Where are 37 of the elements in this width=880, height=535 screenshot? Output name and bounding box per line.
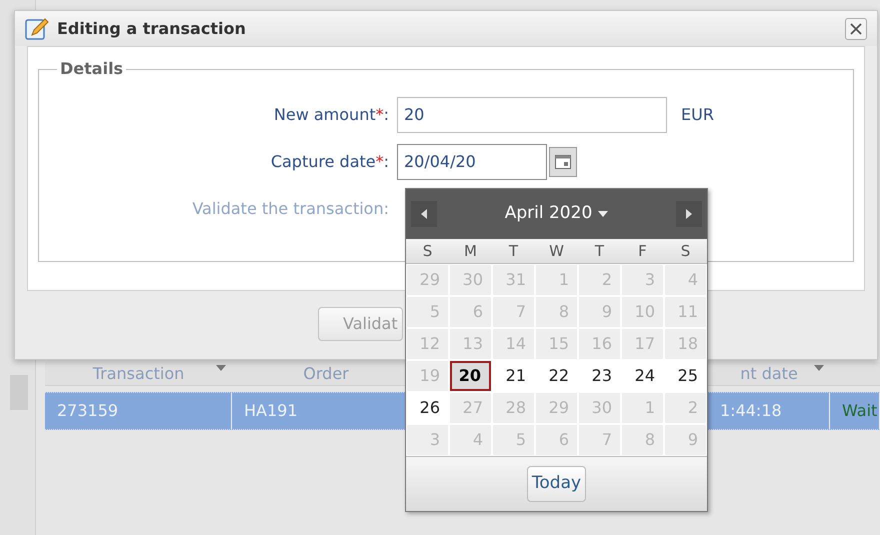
- field-label: Capture date*:: [270, 150, 389, 172]
- weekday-label: M: [464, 240, 477, 262]
- weekday-label: S: [680, 240, 690, 262]
- date-field[interactable]: 20/04/20: [397, 144, 547, 180]
- previous-month-button[interactable]: [411, 201, 437, 227]
- table-cell-text: Wait: [842, 400, 878, 422]
- weekday-label: F: [638, 240, 647, 262]
- caret-icon: [598, 211, 608, 217]
- dialog-title: Editing a transaction: [57, 18, 247, 40]
- today-button[interactable]: Today: [526, 466, 586, 502]
- field-label: New amount*:: [274, 104, 389, 126]
- amount-field[interactable]: 20: [397, 96, 667, 132]
- calendar-button[interactable]: [549, 146, 577, 176]
- currency-label: EUR: [681, 104, 714, 126]
- sort-arrow-icon: [216, 365, 226, 371]
- right-arrow-icon: [686, 209, 692, 219]
- close-icon: [850, 22, 862, 34]
- fieldset-legend: Details: [57, 57, 126, 81]
- day-cell[interactable]: 20: [450, 361, 491, 391]
- close-button[interactable]: [845, 18, 867, 40]
- validate-button[interactable]: Validat: [318, 307, 403, 341]
- calendar-icon: [555, 154, 571, 168]
- weekday-label: T: [508, 240, 518, 262]
- table-cell-text: HA191: [244, 400, 298, 422]
- table-cell-text: 273159: [57, 400, 118, 422]
- next-month-button[interactable]: [676, 201, 702, 227]
- weekday-label: W: [549, 240, 564, 262]
- pencil-note-icon: [25, 16, 49, 40]
- table-cell-text: 1:44:18: [720, 400, 782, 422]
- left-arrow-icon: [421, 209, 427, 219]
- weekday-label: S: [422, 240, 432, 262]
- weekday-label: T: [594, 240, 604, 262]
- column-header[interactable]: nt date: [708, 362, 830, 385]
- sort-arrow-icon: [814, 365, 824, 371]
- column-header[interactable]: Transaction: [45, 362, 232, 385]
- month-selector[interactable]: April 2020: [504, 201, 608, 227]
- field-label: Validate the transaction:: [192, 198, 389, 220]
